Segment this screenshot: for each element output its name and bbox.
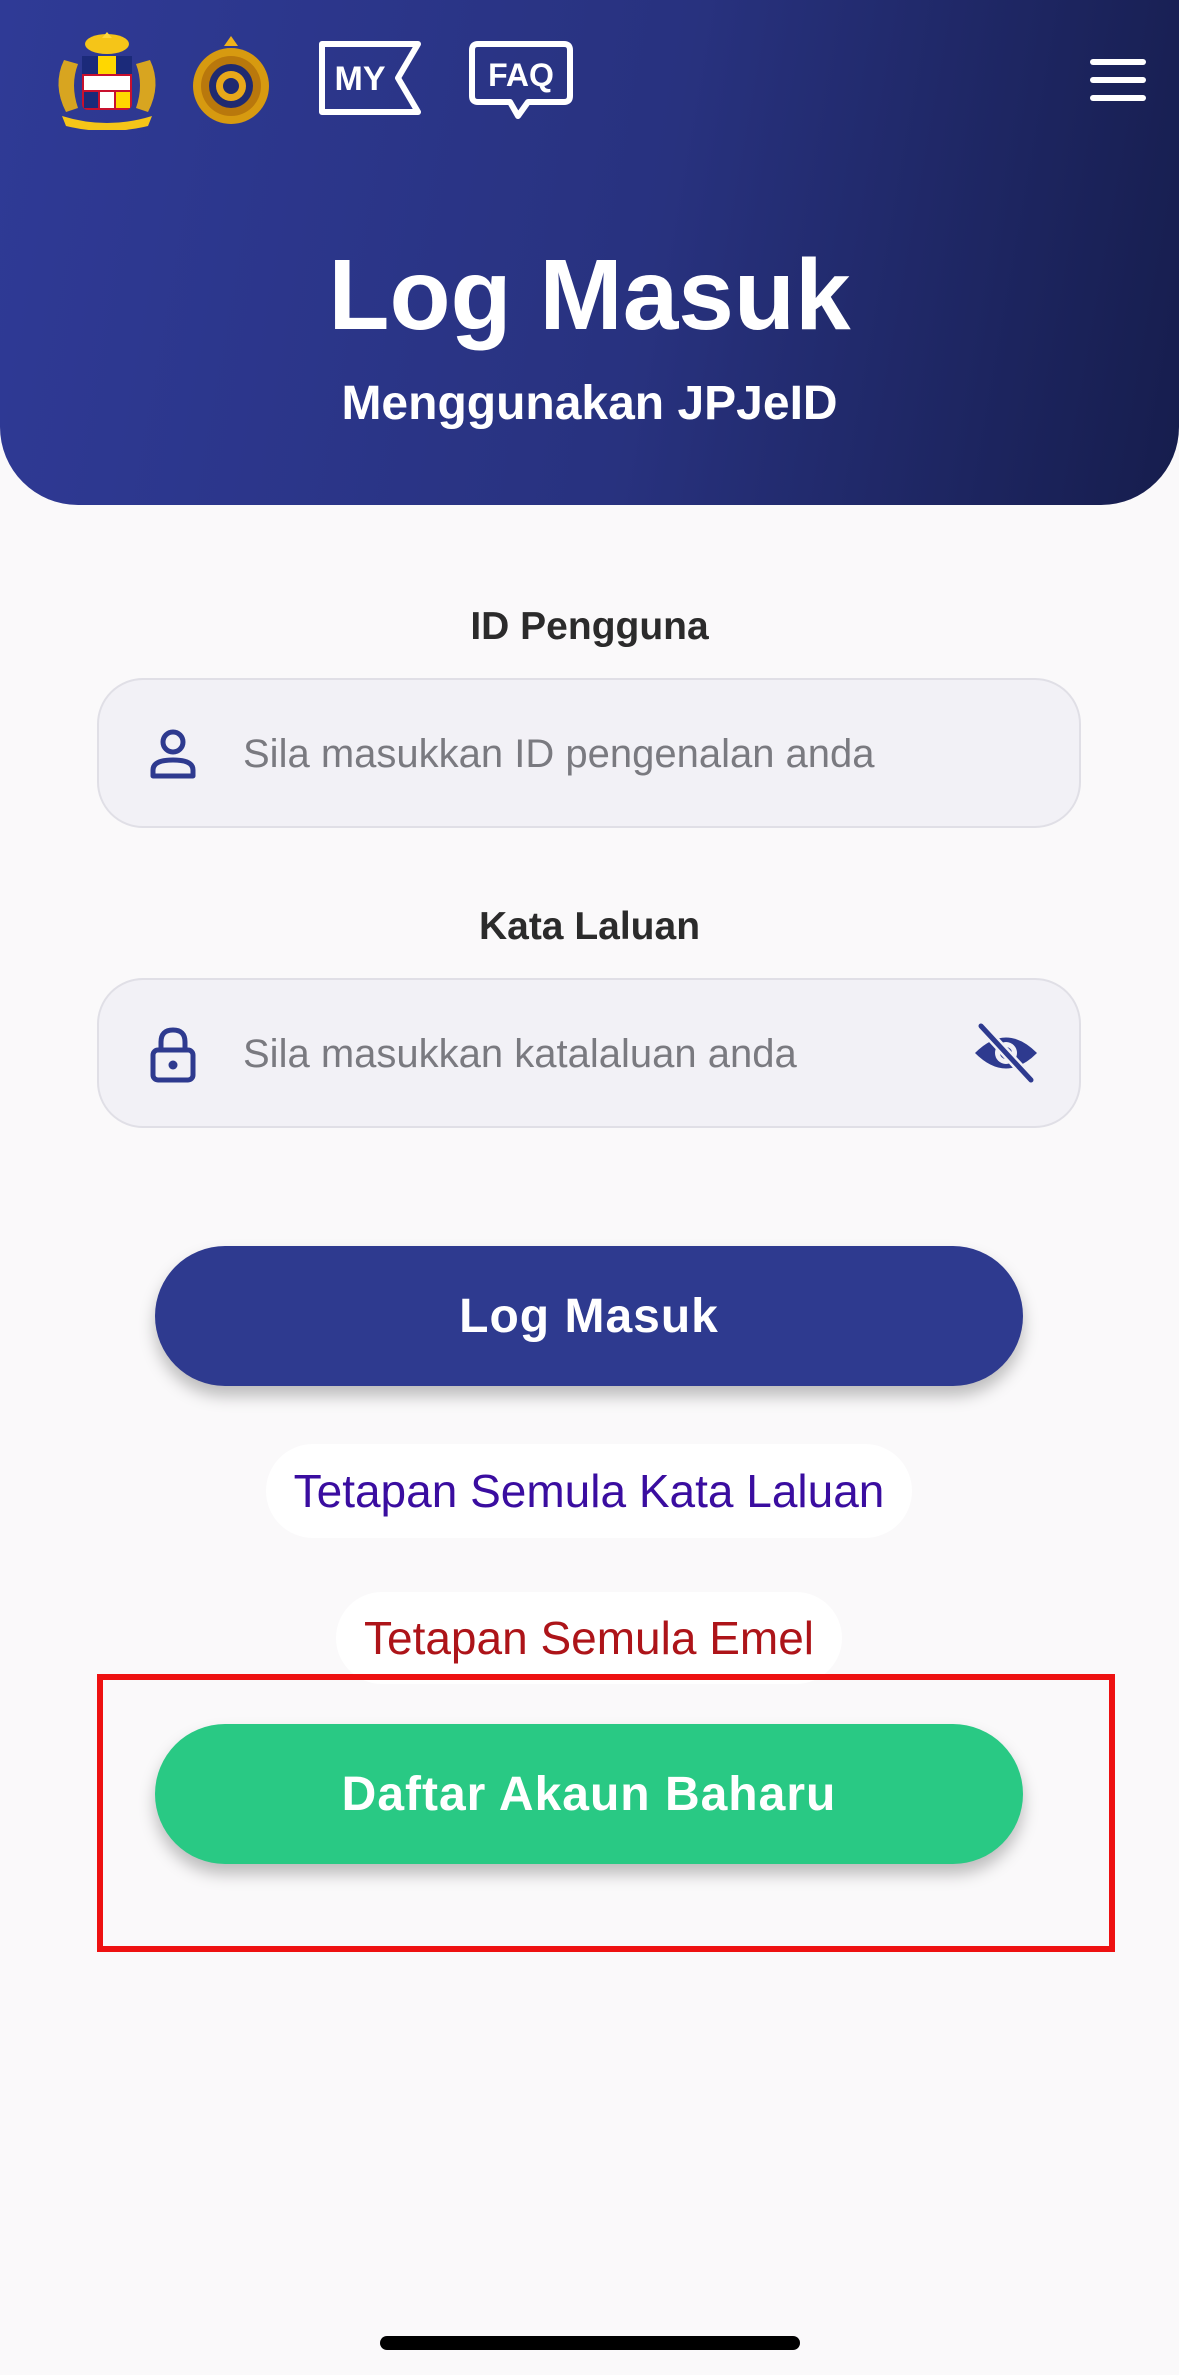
user-id-field[interactable]: [97, 678, 1081, 828]
faq-badge-icon[interactable]: FAQ: [468, 40, 574, 120]
jpj-emblem-logo: [193, 36, 269, 124]
hamburger-menu-icon[interactable]: [1080, 52, 1156, 108]
home-indicator: [380, 2336, 800, 2350]
page-subtitle: Menggunakan JPJeID: [341, 377, 838, 430]
my-badge-icon[interactable]: MY: [318, 40, 422, 116]
user-id-label: ID Pengguna: [470, 605, 709, 648]
reset-password-link[interactable]: Tetapan Semula Kata Laluan: [266, 1444, 912, 1538]
lock-icon: [150, 1027, 196, 1083]
login-button[interactable]: Log Masuk: [155, 1246, 1023, 1386]
header-banner: MY FAQ Log Masuk Menggunakan JPJeID: [0, 0, 1179, 505]
user-icon: [150, 729, 196, 779]
password-input[interactable]: [241, 980, 1025, 1128]
reset-email-link[interactable]: Tetapan Semula Emel: [336, 1592, 842, 1684]
my-badge-label: MY: [335, 60, 386, 98]
user-id-input[interactable]: [241, 680, 1025, 828]
coat-of-arms-logo: [58, 32, 156, 130]
highlight-box: [97, 1674, 1115, 1952]
password-field[interactable]: [97, 978, 1081, 1128]
faq-badge-label: FAQ: [488, 57, 554, 93]
eye-slash-icon[interactable]: [971, 1020, 1041, 1086]
page-title: Log Masuk: [328, 239, 851, 351]
password-label: Kata Laluan: [478, 905, 701, 948]
